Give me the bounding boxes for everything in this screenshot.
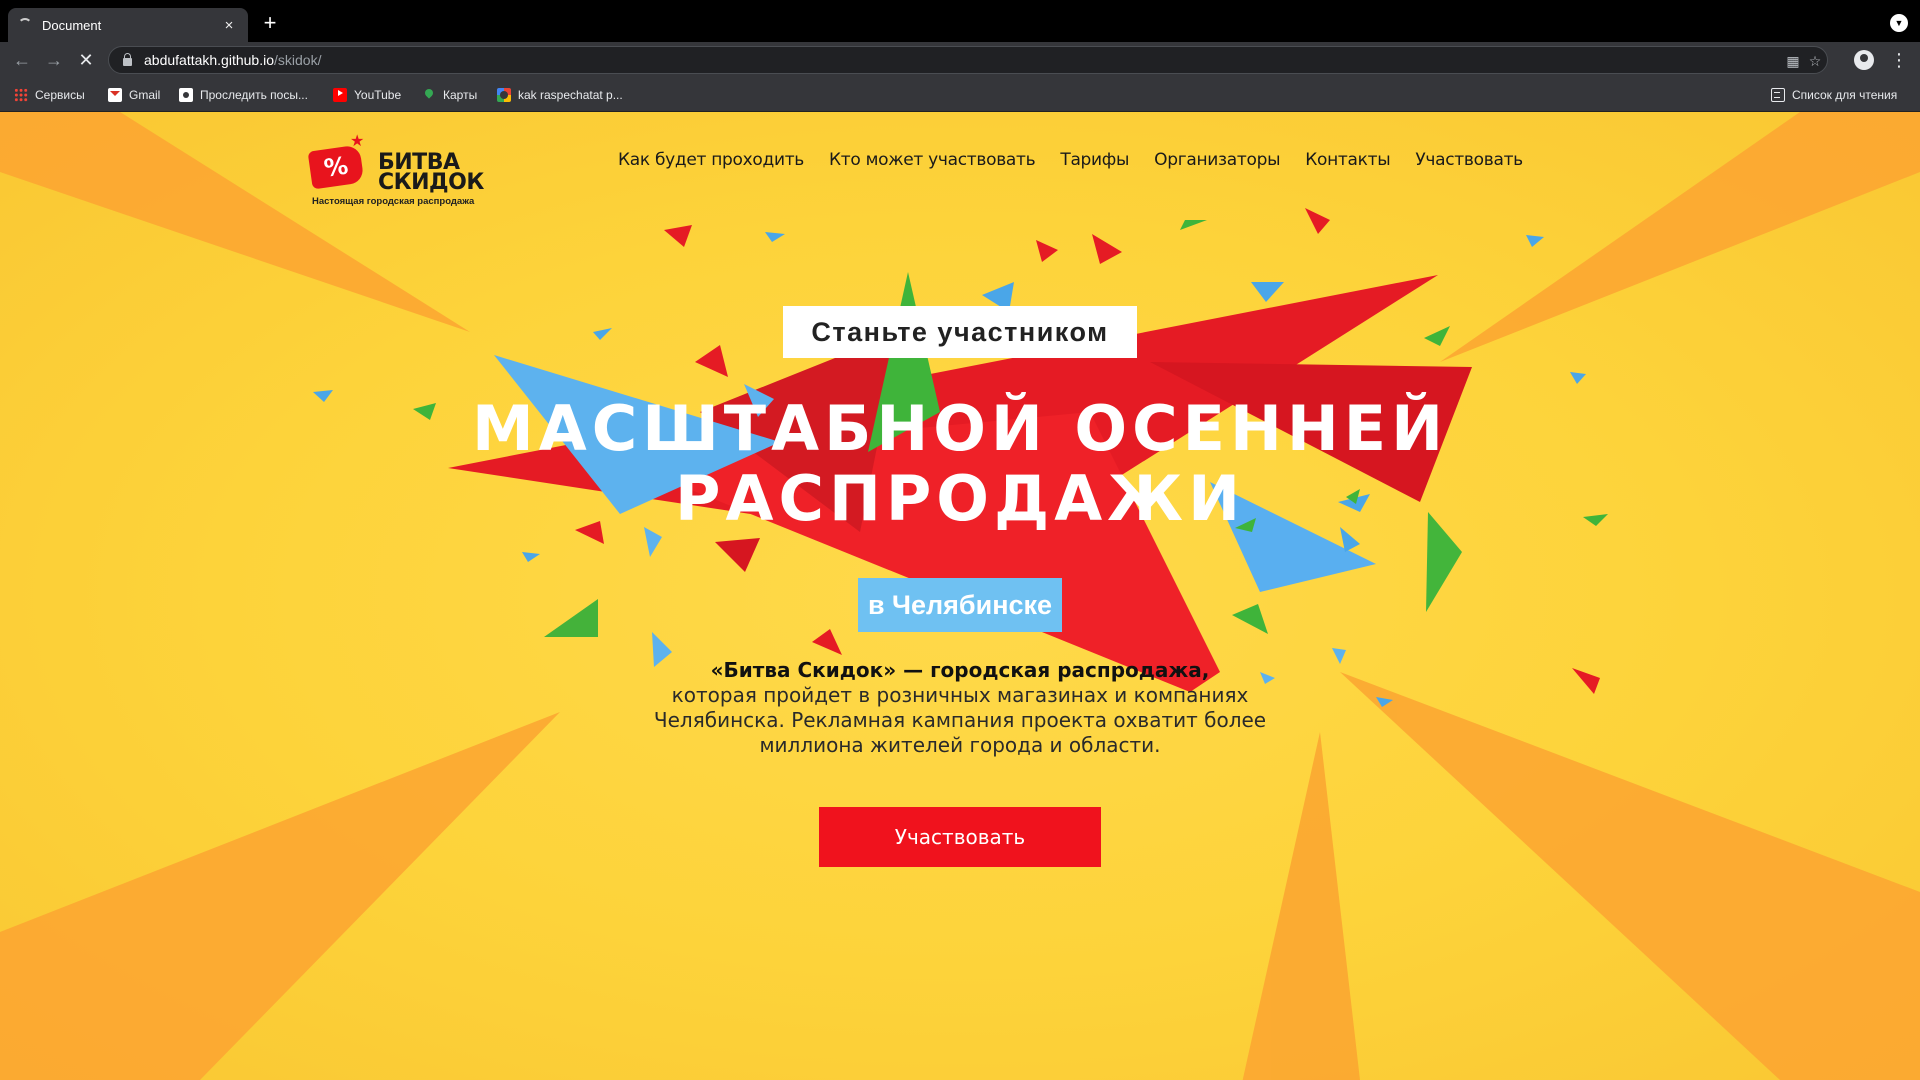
bookmark-label: Сервисы: [35, 88, 85, 102]
stop-loading-button[interactable]: ✕: [74, 48, 98, 72]
reading-list-icon: [1771, 88, 1785, 102]
main-nav: Как будет проходить Кто может участвоват…: [618, 150, 1523, 170]
url-path: /skidok/: [274, 52, 322, 68]
bookmark-tracking[interactable]: Проследить посы...: [179, 86, 308, 104]
address-bar[interactable]: abdufattakh.github.io/skidok/ ▦ ☆: [108, 46, 1828, 74]
bookmark-gmail[interactable]: Gmail: [108, 86, 160, 104]
nav-tariffs[interactable]: Тарифы: [1060, 150, 1129, 170]
tab-search-icon[interactable]: ▼: [1890, 14, 1908, 32]
hero-title-line-2: РАСПРОДАЖИ: [675, 462, 1245, 535]
tracking-icon: [179, 88, 193, 102]
bookmarks-bar: Сервисы Gmail Проследить посы... YouTube…: [0, 78, 1920, 112]
tab-strip: Document × + ▼: [0, 0, 1920, 42]
hero-description-lead: «Битва Скидок» — городская распродажа,: [710, 658, 1210, 682]
nav-who-can-participate[interactable]: Кто может участвовать: [829, 150, 1036, 170]
logo-line-2: СКИДОК: [378, 170, 484, 195]
bookmark-youtube[interactable]: YouTube: [333, 86, 401, 104]
bookmark-apps[interactable]: Сервисы: [14, 86, 85, 104]
qr-code-icon[interactable]: ▦: [1785, 53, 1801, 69]
hero-title: МАСШТАБНОЙ ОСЕННЕЙ РАСПРОДАЖИ: [410, 394, 1510, 534]
bookmark-google[interactable]: kak raspechatat p...: [497, 86, 623, 104]
bookmark-label: YouTube: [354, 88, 402, 102]
reading-list-button[interactable]: Список для чтения: [1771, 86, 1897, 104]
hero-description-body: которая пройдет в розничных магазинах и …: [653, 683, 1267, 757]
youtube-icon: [333, 88, 347, 102]
nav-contacts[interactable]: Контакты: [1305, 150, 1390, 170]
hero-tagline: Станьте участником: [783, 306, 1137, 358]
close-tab-icon[interactable]: ×: [220, 16, 238, 34]
bookmark-label: Gmail: [129, 88, 161, 102]
nav-how-it-works[interactable]: Как будет проходить: [618, 150, 804, 170]
browser-toolbar: ← → ✕ abdufattakh.github.io/skidok/ ▦ ☆ …: [0, 42, 1920, 78]
lock-icon: [123, 53, 132, 66]
gmail-icon: [108, 88, 122, 102]
site-logo[interactable]: ★ % БИТВА СКИДОК Настоящая городская рас…: [307, 130, 490, 207]
browser-tab[interactable]: Document ×: [8, 8, 248, 42]
forward-button[interactable]: →: [42, 48, 66, 72]
nav-participate[interactable]: Участвовать: [1415, 150, 1523, 170]
bookmark-label: Карты: [443, 88, 478, 102]
bookmark-maps[interactable]: Карты: [422, 86, 477, 104]
participate-button[interactable]: Участвовать: [819, 807, 1101, 867]
profile-avatar-icon[interactable]: [1854, 50, 1874, 70]
hero-description: «Битва Скидок» — городская распродажа, к…: [610, 658, 1310, 758]
google-icon: [497, 88, 511, 102]
discount-tag-icon: %: [307, 144, 365, 190]
green-shard-small: [1232, 604, 1268, 634]
browser-menu-icon[interactable]: ⋮: [1890, 48, 1908, 72]
loading-spinner-icon: [18, 18, 32, 32]
logo-subtitle: Настоящая городская распродажа: [312, 196, 475, 207]
nav-organizers[interactable]: Организаторы: [1154, 150, 1280, 170]
tab-title: Document: [42, 17, 102, 33]
apps-grid-icon: [14, 88, 28, 102]
green-shard-left: [544, 599, 598, 637]
reading-list-label: Список для чтения: [1792, 88, 1898, 102]
new-tab-button[interactable]: +: [258, 12, 282, 36]
bookmark-label: Проследить посы...: [200, 88, 308, 102]
back-button[interactable]: ←: [10, 48, 34, 72]
hero-title-line-1: МАСШТАБНОЙ ОСЕННЕЙ: [472, 392, 1448, 465]
page-viewport: ★ % БИТВА СКИДОК Настоящая городская рас…: [0, 112, 1920, 1080]
bookmark-label: kak raspechatat p...: [518, 88, 623, 102]
bookmark-star-icon[interactable]: ☆: [1807, 53, 1823, 69]
maps-icon: [422, 88, 436, 102]
hero-city-badge: в Челябинске: [858, 578, 1062, 632]
url-host: abdufattakh.github.io: [144, 52, 274, 68]
